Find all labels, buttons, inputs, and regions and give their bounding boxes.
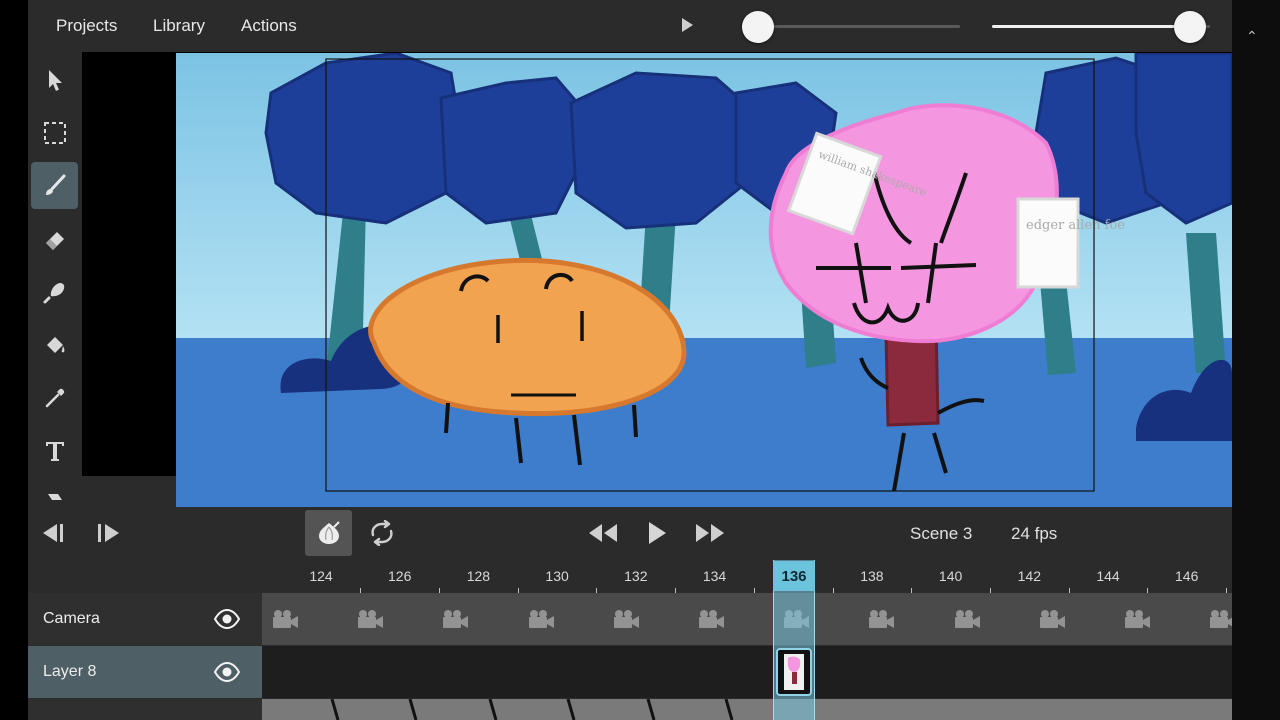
fps-label[interactable]: 24 fps bbox=[1011, 524, 1057, 544]
camera-frame-icon bbox=[699, 610, 724, 628]
prev-keyframe-button[interactable] bbox=[38, 520, 68, 546]
volume-slider-thumb[interactable] bbox=[1174, 11, 1206, 43]
artwork: william shakespeare edger allen foe bbox=[176, 53, 1232, 507]
marquee-tool[interactable] bbox=[31, 109, 78, 156]
rewind-icon bbox=[589, 524, 617, 542]
step-back-icon bbox=[43, 524, 63, 542]
text-icon bbox=[45, 441, 64, 461]
frame-strokes bbox=[330, 698, 734, 720]
speed-slider-thumb[interactable] bbox=[742, 11, 774, 43]
fast-forward-button[interactable] bbox=[693, 520, 727, 546]
camera-frame-icon bbox=[273, 610, 298, 628]
scene-label[interactable]: Scene 3 bbox=[910, 524, 972, 544]
preview-play-icon[interactable] bbox=[682, 18, 693, 32]
frame-label-144: 144 bbox=[1096, 568, 1120, 584]
frame-label-124: 124 bbox=[309, 568, 333, 584]
side-panel-edge: ⌃ bbox=[1232, 0, 1280, 720]
camera-track[interactable] bbox=[262, 593, 1252, 645]
camera-frame-icon bbox=[443, 610, 469, 628]
keyframe-thumbnail[interactable] bbox=[776, 648, 812, 696]
camera-frame-icon bbox=[528, 610, 554, 628]
frame-label-142: 142 bbox=[1017, 568, 1041, 584]
rewind-button[interactable] bbox=[586, 520, 620, 546]
transport-bar: Scene 3 24 fps bbox=[28, 507, 1252, 559]
camera-frame-icon bbox=[358, 610, 384, 628]
stage-margin bbox=[82, 476, 176, 507]
track-header-camera[interactable]: Camera bbox=[28, 593, 262, 645]
play-button[interactable] bbox=[644, 518, 670, 548]
drawing-canvas[interactable]: william shakespeare edger allen foe bbox=[176, 53, 1232, 507]
track-header-next[interactable] bbox=[28, 699, 262, 720]
track-name-camera: Camera bbox=[43, 610, 100, 627]
frame-label-128: 128 bbox=[466, 568, 491, 584]
step-forward-icon bbox=[98, 524, 119, 542]
eye-icon[interactable] bbox=[214, 662, 240, 682]
camera-frame-icon bbox=[869, 610, 895, 628]
frame-label-138: 138 bbox=[860, 568, 884, 584]
frame-label-140: 140 bbox=[938, 568, 963, 584]
frame-label-126: 126 bbox=[388, 568, 412, 584]
camera-frame-icon bbox=[1125, 610, 1150, 628]
eraser-icon bbox=[45, 231, 64, 250]
camera-frame-icon bbox=[1039, 610, 1065, 628]
select-tool[interactable] bbox=[31, 56, 78, 103]
brush-tool[interactable] bbox=[31, 162, 78, 209]
paint-bucket-icon bbox=[46, 336, 64, 353]
track-header-layer-8[interactable]: Layer 8 bbox=[28, 646, 262, 698]
camera-frame-icon bbox=[613, 610, 639, 628]
eyedropper-tool[interactable] bbox=[31, 374, 78, 421]
text-tool[interactable] bbox=[31, 427, 78, 474]
marquee-select-icon bbox=[43, 121, 66, 144]
note-right-text: edger allen foe bbox=[1026, 218, 1125, 233]
brush-icon bbox=[45, 174, 65, 195]
volume-slider-fill bbox=[992, 25, 1190, 28]
frame-label-134: 134 bbox=[702, 568, 727, 584]
frame-label-130: 130 bbox=[545, 568, 569, 584]
eraser-tool[interactable] bbox=[31, 215, 78, 262]
frame-label-132: 132 bbox=[624, 568, 648, 584]
loop-button[interactable] bbox=[366, 519, 398, 547]
keyframe-preview bbox=[784, 654, 804, 690]
frame-ruler[interactable]: 124 126 128 130 132 134 138 140 142 144 146 bbox=[262, 559, 1252, 593]
next-track[interactable] bbox=[262, 698, 1252, 720]
arrow-cursor-icon bbox=[48, 69, 62, 91]
smudge-icon bbox=[43, 282, 64, 303]
camera-frame-icon bbox=[954, 610, 980, 628]
current-frame-label[interactable]: 136 bbox=[773, 561, 815, 591]
volume-slider[interactable] bbox=[992, 11, 1210, 43]
loop-icon bbox=[371, 520, 393, 546]
play-icon bbox=[649, 522, 666, 544]
menu-actions[interactable]: Actions bbox=[241, 16, 297, 36]
eyedropper-icon bbox=[45, 388, 64, 407]
smudge-tool[interactable] bbox=[31, 268, 78, 315]
menu-library[interactable]: Library bbox=[153, 16, 205, 36]
onion-skin-button[interactable] bbox=[305, 510, 352, 556]
stamp-icon bbox=[47, 493, 62, 500]
stamp-tool[interactable] bbox=[31, 480, 78, 507]
fast-forward-icon bbox=[696, 524, 724, 542]
fill-tool[interactable] bbox=[31, 321, 78, 368]
speed-slider[interactable] bbox=[742, 11, 960, 43]
top-bar: Projects Library Actions bbox=[28, 0, 1252, 52]
animation-app: Projects Library Actions william shakesp… bbox=[28, 0, 1252, 720]
next-keyframe-button[interactable] bbox=[94, 520, 124, 546]
onion-icon bbox=[318, 521, 340, 544]
eye-icon[interactable] bbox=[214, 609, 240, 629]
layer-8-track[interactable] bbox=[262, 646, 1252, 698]
collapse-icon[interactable]: ⌃ bbox=[1246, 28, 1258, 45]
track-name-layer-8: Layer 8 bbox=[43, 663, 97, 680]
menu-projects[interactable]: Projects bbox=[56, 16, 117, 36]
frame-label-146: 146 bbox=[1175, 568, 1199, 584]
tool-palette bbox=[28, 52, 82, 507]
